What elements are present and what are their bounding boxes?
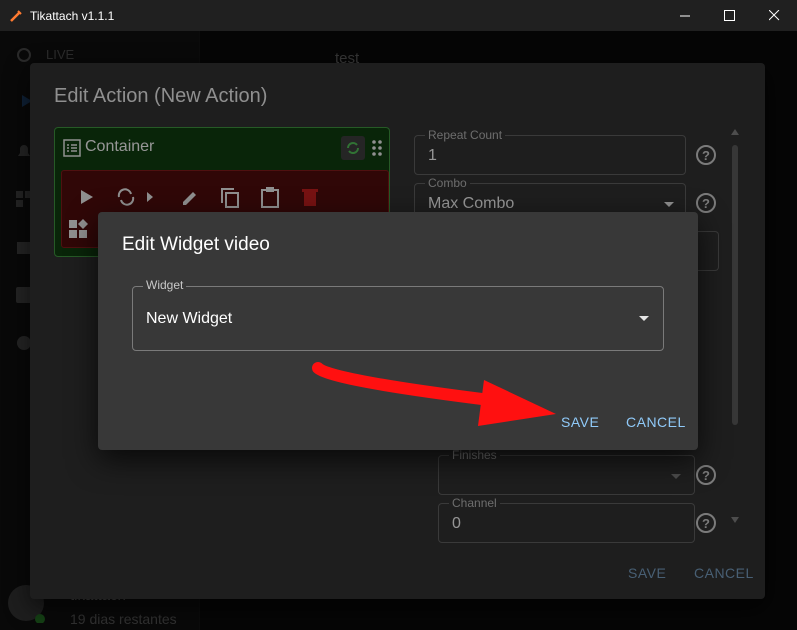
edit-widget-title: Edit Widget video	[122, 234, 270, 255]
maximize-button[interactable]	[706, 0, 752, 31]
widget-save-button[interactable]: SAVE	[561, 414, 599, 430]
app-logo-icon	[10, 9, 22, 22]
maximize-icon	[723, 10, 735, 21]
edit-widget-dialog: Edit Widget video Widget New Widget SAVE…	[98, 212, 698, 450]
minimize-icon	[679, 15, 690, 17]
close-icon	[768, 10, 779, 21]
widget-select-label: Widget	[143, 278, 187, 292]
widget-cancel-button[interactable]: CANCEL	[626, 414, 686, 430]
close-window-button[interactable]	[751, 0, 797, 31]
widget-select[interactable]: Widget New Widget	[132, 278, 664, 351]
widget-select-value: New Widget	[146, 310, 233, 327]
chevron-down-icon	[639, 316, 649, 321]
window-titlebar: Tikattach v1.1.1	[0, 0, 797, 31]
window-title: Tikattach v1.1.1	[30, 8, 115, 23]
minimize-button[interactable]	[662, 0, 708, 31]
